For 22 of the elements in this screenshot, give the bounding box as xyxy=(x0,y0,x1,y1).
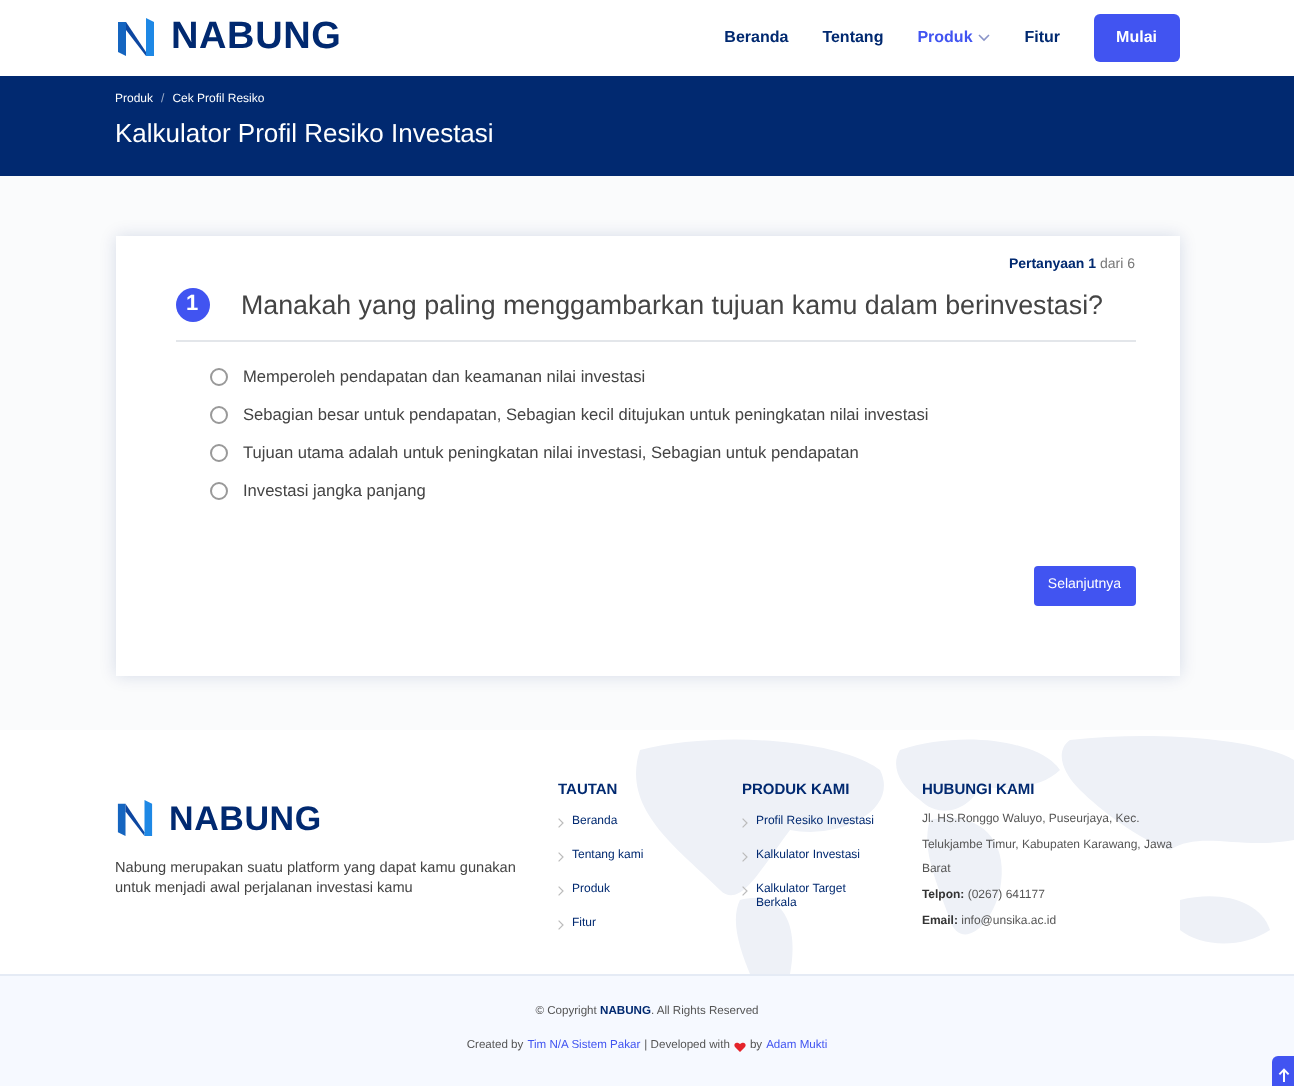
radio-button[interactable] xyxy=(209,405,227,424)
page-title: Kalkulator Profil Resiko Investasi xyxy=(115,118,496,150)
arrow-up-icon xyxy=(1278,1068,1290,1082)
heart-icon xyxy=(733,1041,746,1052)
nav-link[interactable]: Beranda xyxy=(724,26,789,50)
logo-icon xyxy=(115,800,153,839)
brand-name[interactable]: NABUNG xyxy=(171,9,342,67)
radio-button[interactable] xyxy=(209,481,227,500)
radio-button[interactable] xyxy=(209,367,227,386)
nav-link[interactable]: Fitur xyxy=(1024,26,1061,50)
nav-link[interactable]: Produk xyxy=(917,26,991,50)
question-number: 1 xyxy=(175,288,209,323)
start-button[interactable]: Mulai xyxy=(1094,14,1179,62)
option-label[interactable]: Investasi jangka panjang xyxy=(243,477,426,503)
option-label[interactable]: Tujuan utama adalah untuk peningkatan nilai investasi, Sebagian untuk pendapatan xyxy=(243,439,859,465)
footer-brand: NABUNG xyxy=(169,798,322,842)
nav-link[interactable]: Tentang xyxy=(822,26,884,50)
option-label[interactable]: Sebagian besar untuk pendapatan, Sebagian kecil ditujukan untuk peningkatan nilai investasi xyxy=(243,401,929,427)
option-label[interactable]: Memperoleh pendapatan dan keamanan nilai investasi xyxy=(243,363,646,389)
question-text: Manakah yang paling menggambarkan tujuan kamu dalam berinvestasi? xyxy=(241,287,1103,324)
logo-icon xyxy=(115,18,155,58)
radio-button[interactable] xyxy=(209,443,227,462)
